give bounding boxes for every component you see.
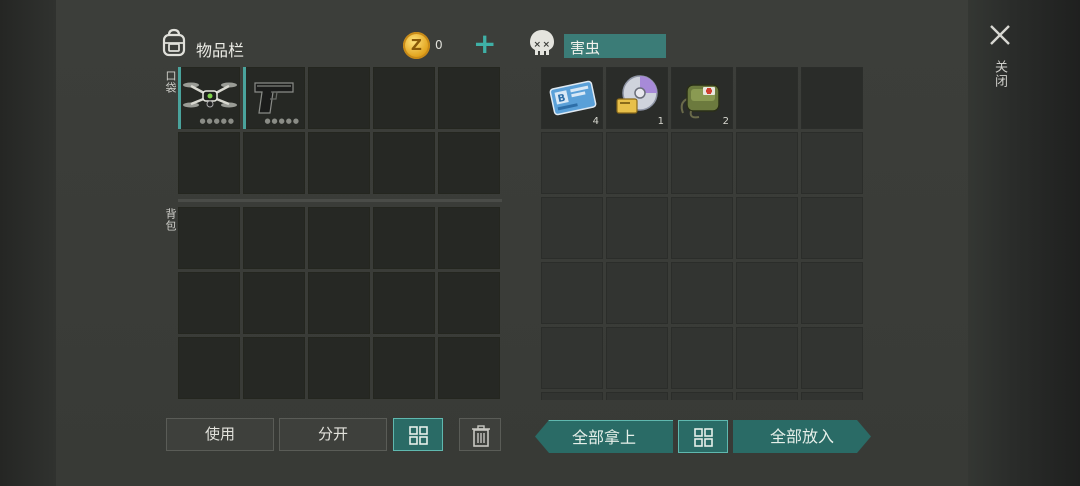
durability-dots: ●●●●● (264, 117, 300, 125)
slot-empty[interactable] (438, 67, 500, 129)
slot-empty[interactable] (438, 272, 500, 334)
slot-drone[interactable]: ●●●●● (178, 67, 240, 129)
slot-empty[interactable] (801, 262, 863, 324)
right-edge (968, 0, 1080, 486)
slot-empty[interactable] (373, 132, 435, 194)
slot-empty[interactable] (438, 207, 500, 269)
keycard-icon: B (549, 80, 597, 116)
split-button[interactable]: 分开 (279, 418, 387, 451)
coin-icon: Z (403, 32, 430, 59)
slot-empty[interactable] (736, 327, 798, 389)
slot-empty[interactable] (373, 337, 435, 399)
item-count: 2 (722, 116, 729, 127)
slot-disc[interactable]: 1 (606, 67, 668, 129)
use-button[interactable]: 使用 (166, 418, 274, 451)
slot-empty[interactable] (308, 207, 370, 269)
container-title: 害虫 (570, 39, 601, 57)
pistol-icon (254, 82, 294, 114)
durability-dots: ●●●●● (199, 117, 235, 125)
slot-empty[interactable] (801, 132, 863, 194)
discard-button[interactable] (459, 418, 501, 451)
slot-empty[interactable] (671, 262, 733, 324)
slot-empty[interactable] (606, 197, 668, 259)
slot-empty[interactable] (178, 132, 240, 194)
slot-empty[interactable] (178, 207, 240, 269)
slot-empty[interactable] (373, 272, 435, 334)
container-grid: B 4 1 2 (541, 67, 863, 400)
slot-keycard[interactable]: B 4 (541, 67, 603, 129)
trash-icon (472, 425, 490, 447)
close-icon[interactable] (989, 24, 1011, 46)
pocket-label: 口袋 (164, 70, 177, 94)
sort-button-left[interactable] (393, 418, 443, 451)
slot-empty[interactable] (373, 207, 435, 269)
item-count: 4 (592, 116, 599, 127)
slot-empty[interactable] (541, 197, 603, 259)
slot-empty[interactable] (801, 67, 863, 129)
left-edge (0, 0, 56, 486)
svg-text:×: × (534, 40, 542, 50)
slot-empty[interactable] (308, 337, 370, 399)
slot-empty[interactable] (243, 132, 305, 194)
add-coins-button[interactable]: + (473, 27, 496, 61)
coin-count: 0 (435, 38, 443, 52)
slot-empty[interactable] (541, 327, 603, 389)
disc-icon (616, 75, 658, 114)
slot-empty[interactable] (606, 327, 668, 389)
slot-empty[interactable] (671, 132, 733, 194)
slot-empty[interactable] (541, 132, 603, 194)
close-label[interactable]: 关闭 (990, 60, 1009, 88)
slot-empty[interactable] (373, 67, 435, 129)
slot-empty[interactable] (606, 392, 668, 400)
slot-medical-bag[interactable]: 2 (671, 67, 733, 129)
slot-empty[interactable] (801, 197, 863, 259)
slot-empty[interactable] (606, 132, 668, 194)
section-divider (178, 199, 502, 202)
slot-empty[interactable] (671, 197, 733, 259)
put-all-button[interactable]: 全部放入 (733, 420, 871, 453)
slot-empty[interactable] (308, 272, 370, 334)
sort-button-right[interactable] (678, 420, 728, 453)
slot-pistol[interactable]: ●●●●● (243, 67, 305, 129)
grid-icon (409, 426, 428, 445)
take-all-button[interactable]: 全部拿上 (535, 420, 673, 453)
backpack-icon (162, 28, 186, 57)
slot-empty[interactable] (606, 262, 668, 324)
slot-empty[interactable] (243, 272, 305, 334)
slot-empty[interactable] (178, 337, 240, 399)
slot-empty[interactable] (541, 392, 603, 400)
slot-empty[interactable] (243, 337, 305, 399)
backpack-label: 背包 (164, 208, 177, 232)
drone-icon (183, 82, 237, 108)
slot-empty[interactable] (671, 392, 733, 400)
slot-empty[interactable] (801, 327, 863, 389)
slot-empty[interactable] (736, 132, 798, 194)
inventory-title: 物品栏 (196, 41, 245, 60)
svg-text:×: × (543, 40, 551, 50)
grid-icon (694, 428, 713, 447)
slot-empty[interactable] (438, 337, 500, 399)
slot-empty[interactable] (308, 67, 370, 129)
medical-bag-icon (680, 84, 720, 119)
slot-empty[interactable] (671, 327, 733, 389)
slot-empty[interactable] (308, 132, 370, 194)
slot-empty[interactable] (178, 272, 240, 334)
backpack-grid (178, 207, 500, 400)
slot-empty[interactable] (438, 132, 500, 194)
slot-empty[interactable] (736, 67, 798, 129)
slot-empty[interactable] (243, 207, 305, 269)
item-count: 1 (657, 116, 664, 127)
slot-empty[interactable] (736, 197, 798, 259)
slot-empty[interactable] (541, 262, 603, 324)
slot-empty[interactable] (801, 392, 863, 400)
slot-empty[interactable] (736, 392, 798, 400)
slot-empty[interactable] (736, 262, 798, 324)
skull-icon: × × (530, 30, 554, 55)
pocket-grid: ●●●●● ●●●●● (178, 67, 500, 194)
